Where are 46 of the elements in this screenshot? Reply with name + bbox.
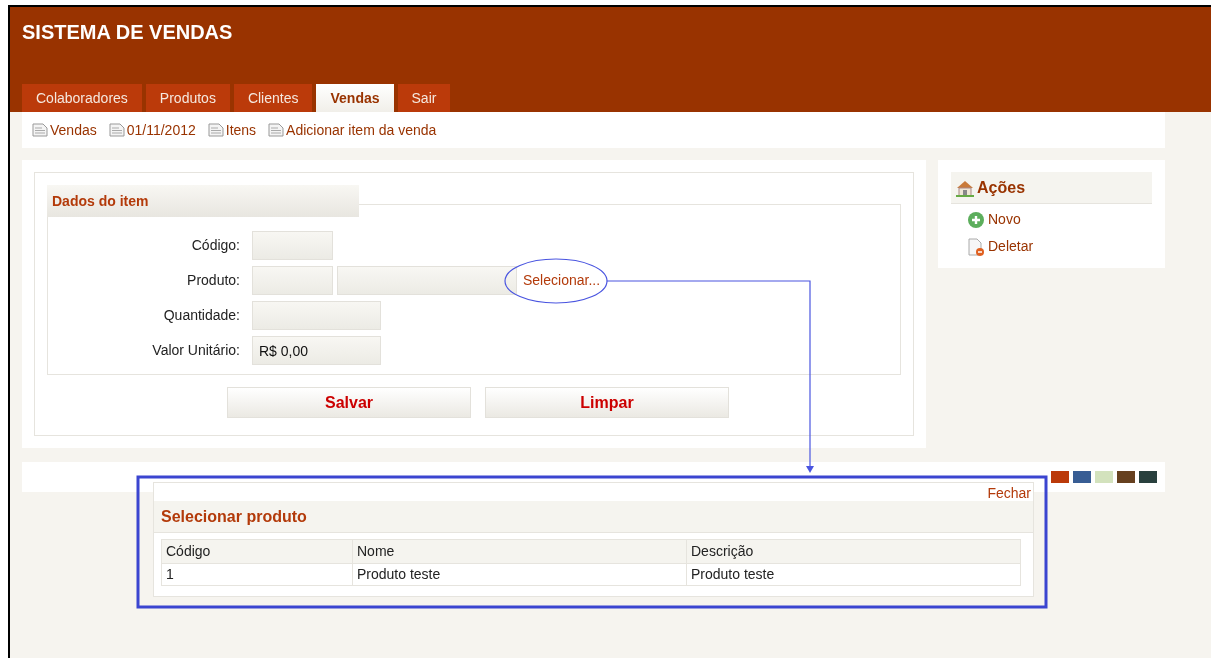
theme-swatch[interactable]	[1139, 471, 1157, 483]
column-header: Descrição	[686, 539, 1021, 564]
field-label: Quantidade:	[162, 306, 240, 325]
house-icon	[955, 178, 975, 197]
theme-swatch[interactable]	[1051, 471, 1069, 483]
breadcrumb-link[interactable]: Itens	[225, 119, 257, 141]
table-cell: Produto teste	[352, 563, 687, 586]
column-header: Código	[161, 539, 353, 564]
close-link[interactable]: Fechar	[987, 483, 1033, 501]
table-cell: 1	[161, 563, 353, 586]
input-field[interactable]	[252, 301, 381, 330]
plus-icon	[967, 210, 985, 229]
input-field[interactable]: R$ 0,00	[252, 336, 381, 365]
form-button[interactable]: Salvar	[227, 387, 471, 418]
nav-tab[interactable]: Clientes	[233, 84, 313, 112]
nav-tab[interactable]: Produtos	[145, 84, 230, 112]
theme-swatch[interactable]	[1117, 471, 1135, 483]
document-minus-icon	[967, 237, 985, 256]
input-field[interactable]	[252, 231, 333, 260]
column-header: Nome	[352, 539, 687, 564]
nav-tab[interactable]: Colaboradores	[22, 84, 142, 112]
action-link[interactable]: Novo	[988, 209, 1021, 230]
field-label: Valor Unitário:	[151, 341, 240, 360]
field-label: Produto:	[186, 271, 240, 290]
document-icon	[32, 123, 48, 137]
actions-title: Ações	[977, 177, 1026, 198]
document-icon	[268, 123, 285, 137]
theme-swatch[interactable]	[1073, 471, 1091, 483]
breadcrumb-link[interactable]: 01/11/2012	[126, 119, 196, 141]
form-button[interactable]: Limpar	[485, 387, 729, 418]
table-cell: Produto teste	[686, 563, 1021, 586]
action-link[interactable]: Deletar	[988, 236, 1034, 257]
breadcrumb-link[interactable]: Adicionar item da venda	[286, 119, 437, 141]
document-icon	[108, 123, 125, 137]
nav-tab[interactable]: Sair	[397, 84, 451, 112]
section-header: Dados do item	[47, 185, 359, 217]
select-link[interactable]: Selecionar...	[523, 270, 601, 291]
document-icon	[207, 123, 224, 137]
dialog-title: Selecionar produto	[154, 501, 1033, 533]
input-field[interactable]	[252, 266, 333, 295]
input-field[interactable]	[337, 266, 517, 295]
theme-swatch[interactable]	[1095, 471, 1113, 483]
breadcrumb-link[interactable]: Vendas	[50, 119, 97, 141]
field-label: Código:	[190, 236, 240, 255]
nav-tab[interactable]: Vendas	[316, 84, 394, 112]
app-title: SISTEMA DE VENDAS	[22, 20, 234, 45]
